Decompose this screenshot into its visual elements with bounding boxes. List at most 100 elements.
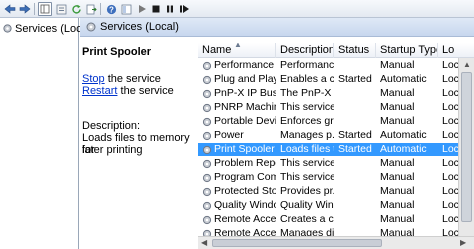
sort-ascending-icon: ▲ bbox=[234, 43, 242, 49]
cell-description: Enforces gr... bbox=[280, 115, 334, 127]
stop-service-link[interactable]: Stop bbox=[82, 73, 105, 85]
cell-startup-type: Manual bbox=[380, 171, 415, 183]
extended-details-pane: Print Spooler Stop the service Restart t… bbox=[80, 37, 196, 249]
column-header-description[interactable]: Description bbox=[276, 43, 334, 58]
service-gear-icon bbox=[202, 187, 212, 197]
help-icon[interactable]: ? bbox=[104, 2, 118, 16]
service-gear-icon bbox=[202, 89, 212, 99]
service-gear-icon bbox=[202, 145, 212, 155]
table-row[interactable]: Performance L...Performanc...ManualLoc bbox=[198, 59, 474, 72]
cell-description: Quality Win... bbox=[280, 199, 334, 211]
cell-startup-type: Manual bbox=[380, 101, 415, 113]
cell-name: Protected Stor... bbox=[214, 185, 276, 197]
table-row[interactable]: Protected Stor...Provides pr...ManualLoc bbox=[198, 185, 474, 198]
cell-name: Quality Windo... bbox=[214, 199, 276, 211]
service-gear-icon bbox=[202, 215, 212, 225]
restart-service-link[interactable]: Restart bbox=[82, 85, 117, 97]
start-icon[interactable] bbox=[135, 2, 149, 16]
cell-description: The PnP-X ... bbox=[280, 87, 334, 99]
scroll-up-icon[interactable]: ▲ bbox=[463, 60, 471, 69]
table-row[interactable]: Program Com...This service ...ManualLoc bbox=[198, 171, 474, 184]
cell-name: Power bbox=[214, 129, 244, 141]
table-row[interactable]: Quality Windo...Quality Win...ManualLoc bbox=[198, 199, 474, 212]
table-row[interactable]: Problem Repo...This service ...ManualLoc bbox=[198, 157, 474, 170]
cell-status bbox=[338, 157, 376, 170]
cell-status bbox=[338, 199, 376, 212]
service-gear-icon bbox=[202, 201, 212, 211]
show-hide-icon[interactable] bbox=[119, 2, 133, 16]
cell-startup-type: Manual bbox=[380, 213, 415, 225]
cell-description: Enables a c... bbox=[280, 73, 334, 85]
column-header-log-on-as[interactable]: Lo bbox=[438, 43, 474, 58]
cell-startup-type: Manual bbox=[380, 157, 415, 169]
cell-name: Plug and Play bbox=[214, 73, 276, 85]
table-row[interactable]: Print Spooler Loads files t... Started Auto… bbox=[198, 143, 474, 156]
stop-action: Stop the service bbox=[82, 73, 161, 85]
cell-description: This service ... bbox=[280, 171, 334, 183]
cell-startup-type: Automatic bbox=[380, 129, 427, 141]
table-row[interactable]: PNRP Machine...This service ...ManualLoc bbox=[198, 101, 474, 114]
column-header-status[interactable]: Status bbox=[334, 43, 376, 58]
scroll-left-icon[interactable]: ◀ bbox=[201, 238, 207, 247]
forward-arrow-icon[interactable] bbox=[18, 2, 32, 16]
console-tree: Services (Local) bbox=[0, 18, 94, 249]
vertical-scroll-thumb[interactable] bbox=[461, 72, 472, 222]
stop-icon[interactable] bbox=[149, 2, 163, 16]
table-row[interactable]: PowerManages p...StartedAutomaticLoc bbox=[198, 129, 474, 142]
refresh-icon[interactable] bbox=[69, 2, 83, 16]
services-icon bbox=[3, 24, 12, 33]
cell-description: This service ... bbox=[280, 157, 334, 169]
cell-status bbox=[338, 87, 376, 100]
toolbar-separator bbox=[100, 3, 101, 15]
properties-icon[interactable] bbox=[54, 2, 68, 16]
cell-description: Manages p... bbox=[280, 129, 334, 141]
svg-text:?: ? bbox=[109, 5, 114, 14]
column-header-startup-type[interactable]: Startup Type bbox=[376, 43, 438, 58]
export-list-icon[interactable] bbox=[84, 2, 98, 16]
table-row[interactable]: Plug and Play Enables a c... Started Automa… bbox=[198, 73, 474, 86]
stop-suffix: the service bbox=[104, 73, 161, 85]
selected-service-name: Print Spooler bbox=[82, 46, 152, 58]
cell-name: Problem Repo... bbox=[214, 157, 276, 169]
console-tree-icon[interactable] bbox=[38, 2, 52, 16]
cell-name: Print Spooler bbox=[214, 143, 275, 155]
cell-name: Program Com... bbox=[214, 171, 276, 183]
cell-startup-type: Manual bbox=[380, 185, 415, 197]
scroll-right-icon[interactable]: ▶ bbox=[460, 238, 466, 247]
cell-status bbox=[338, 59, 376, 72]
table-row[interactable]: Portable Devic...Enforces gr...ManualLoc bbox=[198, 115, 474, 128]
pause-icon[interactable] bbox=[163, 2, 177, 16]
cell-name: PnP-X IP Bus E... bbox=[214, 87, 276, 99]
cell-name: Performance L... bbox=[214, 59, 276, 71]
cell-description: Performanc... bbox=[280, 59, 334, 71]
restart-action: Restart the service bbox=[82, 85, 174, 97]
cell-status: Started bbox=[338, 129, 372, 141]
back-arrow-icon[interactable] bbox=[3, 2, 17, 16]
description-text-line2: later printing bbox=[82, 144, 143, 156]
toolbar: ? bbox=[0, 0, 474, 18]
cell-name: PNRP Machine... bbox=[214, 101, 276, 113]
services-header: Services (Local) bbox=[80, 18, 474, 37]
service-gear-icon bbox=[202, 103, 212, 113]
service-gear-icon bbox=[202, 117, 212, 127]
cell-startup-type: Automatic bbox=[380, 73, 427, 85]
horizontal-scrollbar[interactable]: ◀ ▶ bbox=[198, 236, 474, 249]
service-gear-icon bbox=[202, 61, 212, 71]
page-title: Services (Local) bbox=[100, 21, 179, 33]
cell-status bbox=[338, 185, 376, 198]
cell-status bbox=[338, 171, 376, 184]
column-header-name[interactable]: ▲ Name bbox=[198, 43, 276, 58]
cell-description: Creates a c... bbox=[280, 213, 334, 225]
toolbar-separator bbox=[34, 3, 35, 15]
vertical-scrollbar[interactable]: ▲ bbox=[458, 58, 474, 249]
cell-startup-type: Manual bbox=[380, 115, 415, 127]
restart-icon[interactable] bbox=[177, 2, 191, 16]
service-gear-icon bbox=[202, 131, 212, 141]
cell-startup-type: Manual bbox=[380, 59, 415, 71]
horizontal-scroll-thumb[interactable] bbox=[212, 239, 382, 247]
services-icon bbox=[86, 22, 96, 32]
table-row[interactable]: PnP-X IP Bus E...The PnP-X ...ManualLoc bbox=[198, 87, 474, 100]
cell-status bbox=[338, 115, 376, 128]
table-row[interactable]: Remote Acces...Creates a c...ManualLoc bbox=[198, 213, 474, 226]
cell-startup-type: Manual bbox=[380, 199, 415, 211]
